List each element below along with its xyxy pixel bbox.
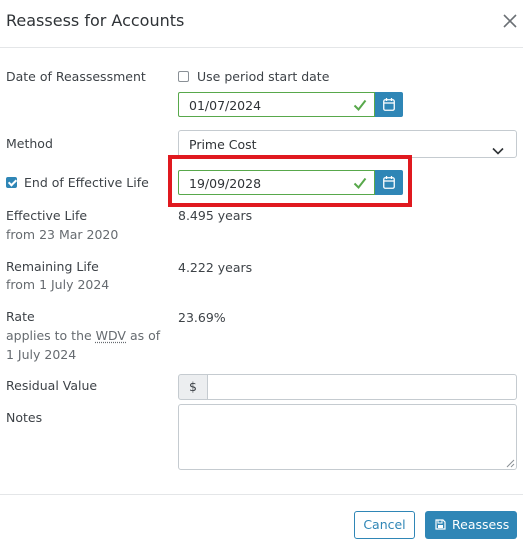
reassess-button-label: Reassess <box>452 517 510 532</box>
rate-label: Rate <box>6 309 35 324</box>
save-icon <box>435 519 446 530</box>
wdv-abbreviation: WDV <box>95 328 126 343</box>
end-of-effective-life-label: End of Effective Life <box>24 175 149 190</box>
notes-label: Notes <box>6 410 43 425</box>
check-icon <box>353 97 367 116</box>
effective-life-value: 8.495 years <box>178 208 253 223</box>
rate-sub-prefix: applies to the <box>6 328 96 343</box>
reassessment-date-calendar-button[interactable] <box>375 92 403 117</box>
end-of-effective-life-checkbox[interactable] <box>6 177 17 188</box>
effective-life-label: Effective Life <box>6 208 88 223</box>
reassess-button[interactable]: Reassess <box>425 511 517 539</box>
calendar-icon <box>383 98 395 111</box>
remaining-life-sublabel: from 1 July 2024 <box>6 277 110 292</box>
check-icon <box>353 175 367 194</box>
method-select[interactable]: Prime Cost <box>178 130 517 158</box>
date-of-reassessment-label: Date of Reassessment <box>6 69 146 84</box>
end-of-effective-life-calendar-button[interactable] <box>375 170 403 195</box>
end-of-effective-life-date-input[interactable]: 19/09/2028 <box>178 170 375 195</box>
rate-sublabel-date: 1 July 2024 <box>6 347 77 362</box>
rate-sub-suffix: as of <box>126 328 161 343</box>
resize-handle-icon[interactable] <box>506 459 515 468</box>
method-selected-value: Prime Cost <box>189 137 257 152</box>
effective-life-sublabel: from 23 Mar 2020 <box>6 227 119 242</box>
close-icon[interactable] <box>500 11 520 31</box>
remaining-life-value: 4.222 years <box>178 260 253 275</box>
notes-textarea[interactable] <box>178 404 517 470</box>
rate-value: 23.69% <box>178 310 226 325</box>
footer-divider <box>0 494 523 495</box>
method-label: Method <box>6 136 53 151</box>
reassessment-date-input[interactable]: 01/07/2024 <box>178 92 375 117</box>
chevron-down-icon <box>492 140 504 159</box>
residual-value-input[interactable] <box>208 374 517 400</box>
use-period-start-label[interactable]: Use period start date <box>197 67 329 86</box>
residual-value-label: Residual Value <box>6 378 98 393</box>
cancel-button[interactable]: Cancel <box>354 511 415 539</box>
reassessment-date-value: 01/07/2024 <box>189 98 262 113</box>
rate-sublabel: applies to the WDV as of <box>6 326 160 345</box>
dialog-title: Reassess for Accounts <box>6 11 185 30</box>
remaining-life-label: Remaining Life <box>6 259 99 274</box>
use-period-start-checkbox[interactable] <box>178 71 189 82</box>
end-of-effective-life-date-value: 19/09/2028 <box>189 176 262 191</box>
calendar-icon <box>383 176 395 189</box>
header-divider <box>0 47 523 48</box>
currency-addon: $ <box>178 374 208 400</box>
